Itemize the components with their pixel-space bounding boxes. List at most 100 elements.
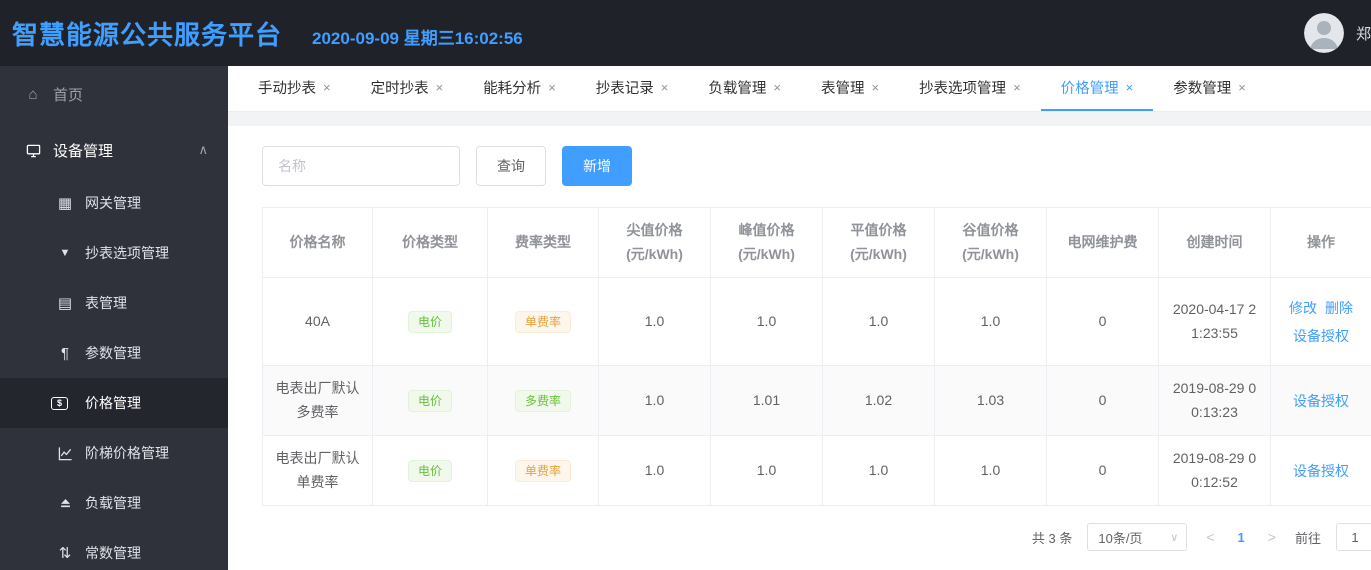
cell-maintenance-fee: 0 xyxy=(1046,435,1159,506)
delete-link[interactable]: 删除 xyxy=(1325,300,1353,316)
col-rate-type: 费率类型 xyxy=(487,207,599,278)
grid-icon: ▦ xyxy=(57,194,73,212)
cell-maintenance-fee: 0 xyxy=(1046,365,1159,436)
rate-type-tag: 多费率 xyxy=(514,389,571,412)
sidebar-item-load-management[interactable]: 负载管理 xyxy=(0,478,228,528)
col-sharp-price: 尖值价格(元/kWh) xyxy=(598,207,711,278)
sidebar-item-parameter-management[interactable]: ¶ 参数管理 xyxy=(0,328,228,378)
sidebar-item-meter-management[interactable]: ▤ 表管理 xyxy=(0,278,228,328)
cell-price-name: 电表出厂默认单费率 xyxy=(262,435,373,506)
sidebar-item-label: 表管理 xyxy=(85,295,127,311)
price-type-tag: 电价 xyxy=(407,310,452,333)
tab-price-management[interactable]: 价格管理 × xyxy=(1040,66,1154,111)
sidebar-item-label: 价格管理 xyxy=(85,395,141,411)
price-type-tag: 电价 xyxy=(407,389,452,412)
price-table: 价格名称 价格类型 费率类型 尖值价格(元/kWh) 峰值价格(元/kWh) 平… xyxy=(262,207,1371,506)
content-divider xyxy=(228,112,1371,126)
col-created-at: 创建时间 xyxy=(1158,207,1271,278)
monitor-icon xyxy=(24,143,42,158)
close-icon[interactable]: × xyxy=(1238,81,1246,94)
cell-flat-price: 1.0 xyxy=(822,277,935,366)
close-icon[interactable]: × xyxy=(773,81,781,94)
cell-created-at: 2019-08-29 00:13:23 xyxy=(1158,365,1271,436)
main-content: 手动抄表 × 定时抄表 × 能耗分析 × 抄表记录 × 负载管理 × 表管理 × xyxy=(228,66,1371,570)
goto-page-input[interactable] xyxy=(1335,523,1371,551)
close-icon[interactable]: × xyxy=(1126,81,1134,94)
toolbar: 查询 新增 xyxy=(262,146,1371,186)
home-icon: ⌂ xyxy=(28,85,38,103)
page-size-select[interactable]: 10条/页 ∨ xyxy=(1087,523,1188,551)
sidebar-item-constant-management[interactable]: ⇅ 常数管理 xyxy=(0,528,228,570)
eject-icon xyxy=(56,497,74,510)
cell-peak-price: 1.0 xyxy=(710,435,823,506)
pagination-total: 共 3 条 xyxy=(1031,530,1073,546)
tab-energy-analysis[interactable]: 能耗分析 × xyxy=(463,66,576,111)
name-search-input[interactable] xyxy=(262,146,460,186)
next-page-button[interactable]: > xyxy=(1264,529,1280,545)
close-icon[interactable]: × xyxy=(661,81,669,94)
page-size-value: 10条/页 xyxy=(1098,530,1143,546)
tab-scheduled-reading[interactable]: 定时抄表 × xyxy=(351,66,464,111)
cell-price-type: 电价 xyxy=(372,365,488,436)
device-authorize-link[interactable]: 设备授权 xyxy=(1293,393,1349,409)
close-icon[interactable]: × xyxy=(436,81,444,94)
pilcrow-icon: ¶ xyxy=(60,344,70,362)
device-authorize-link[interactable]: 设备授权 xyxy=(1293,328,1349,344)
tab-parameter-management[interactable]: 参数管理 × xyxy=(1153,66,1266,111)
content-area: 查询 新增 价格名称 价格类型 费率类型 尖值价格(元/kWh) 峰值 xyxy=(228,126,1371,551)
cell-rate-type: 单费率 xyxy=(487,277,599,366)
cell-actions: 设备授权 xyxy=(1270,435,1371,506)
pagination: 共 3 条 10条/页 ∨ < 1 > 前往 页 xyxy=(262,523,1371,551)
money-icon: $ xyxy=(51,396,74,410)
close-icon[interactable]: × xyxy=(1013,81,1021,94)
header: 智慧能源公共服务平台 2020-09-09 星期三16:02:56 郑 xyxy=(0,0,1371,66)
sidebar-item-label: 参数管理 xyxy=(85,345,141,361)
tab-meter-management[interactable]: 表管理 × xyxy=(801,66,899,111)
cell-created-at: 2020-04-17 21:23:55 xyxy=(1158,277,1271,366)
table-row: 40A 电价 单费率 1.0 1.0 1.0 1.0 0 2020-04-17 … xyxy=(262,277,1371,366)
tab-reading-options-management[interactable]: 抄表选项管理 × xyxy=(899,66,1041,111)
sidebar-item-label: 设备管理 xyxy=(53,142,114,160)
close-icon[interactable]: × xyxy=(323,81,331,94)
tab-reading-records[interactable]: 抄表记录 × xyxy=(576,66,689,111)
close-icon[interactable]: × xyxy=(871,81,879,94)
price-type-tag: 电价 xyxy=(407,459,452,482)
user-photo-icon xyxy=(1303,13,1344,53)
header-datetime: 2020-09-09 星期三16:02:56 xyxy=(312,28,523,48)
sidebar: ⌂ 首页 设备管理 ∧ ▦ 网关管理 ▼ 抄表选项管理 ▤ 表管理 ¶ 参数管理 xyxy=(0,66,228,570)
cell-maintenance-fee: 0 xyxy=(1046,277,1159,366)
table-row: 电表出厂默认多费率 电价 多费率 1.0 1.01 1.02 1.03 0 20… xyxy=(262,365,1371,436)
rate-type-tag: 单费率 xyxy=(514,310,571,333)
tab-manual-reading[interactable]: 手动抄表 × xyxy=(238,66,351,111)
caret-down-icon: ∨ xyxy=(1170,531,1179,544)
sidebar-item-price-management[interactable]: $ 价格管理 xyxy=(0,378,228,428)
col-price-name: 价格名称 xyxy=(262,207,373,278)
sidebar-item-home[interactable]: ⌂ 首页 xyxy=(0,66,228,122)
chart-line-icon xyxy=(56,446,74,461)
page-number-1[interactable]: 1 xyxy=(1234,530,1249,545)
close-icon[interactable]: × xyxy=(548,81,556,94)
cell-flat-price: 1.02 xyxy=(822,365,935,436)
device-authorize-link[interactable]: 设备授权 xyxy=(1293,463,1349,479)
cell-valley-price: 1.0 xyxy=(934,435,1047,506)
edit-link[interactable]: 修改 xyxy=(1289,300,1317,316)
sidebar-item-device-management[interactable]: 设备管理 ∧ xyxy=(0,122,228,178)
cell-sharp-price: 1.0 xyxy=(598,435,711,506)
col-maintenance-fee: 电网维护费 xyxy=(1046,207,1159,278)
sidebar-item-label: 首页 xyxy=(53,86,84,104)
chevron-up-icon: ∧ xyxy=(198,142,208,157)
col-price-type: 价格类型 xyxy=(372,207,488,278)
col-actions: 操作 xyxy=(1270,207,1371,278)
cell-actions: 修改 删除 设备授权 xyxy=(1270,277,1371,366)
sidebar-item-reading-options-management[interactable]: ▼ 抄表选项管理 xyxy=(0,228,228,278)
cell-rate-type: 单费率 xyxy=(487,435,599,506)
avatar[interactable] xyxy=(1303,13,1344,53)
tab-load-management[interactable]: 负载管理 × xyxy=(688,66,801,111)
add-button[interactable]: 新增 xyxy=(562,146,632,186)
sidebar-item-gateway-management[interactable]: ▦ 网关管理 xyxy=(0,178,228,228)
sort-icon: ⇅ xyxy=(58,544,72,562)
prev-page-button[interactable]: < xyxy=(1202,529,1218,545)
query-button[interactable]: 查询 xyxy=(476,146,546,186)
col-flat-price: 平值价格(元/kWh) xyxy=(822,207,935,278)
sidebar-item-tiered-price-management[interactable]: 阶梯价格管理 xyxy=(0,428,228,478)
